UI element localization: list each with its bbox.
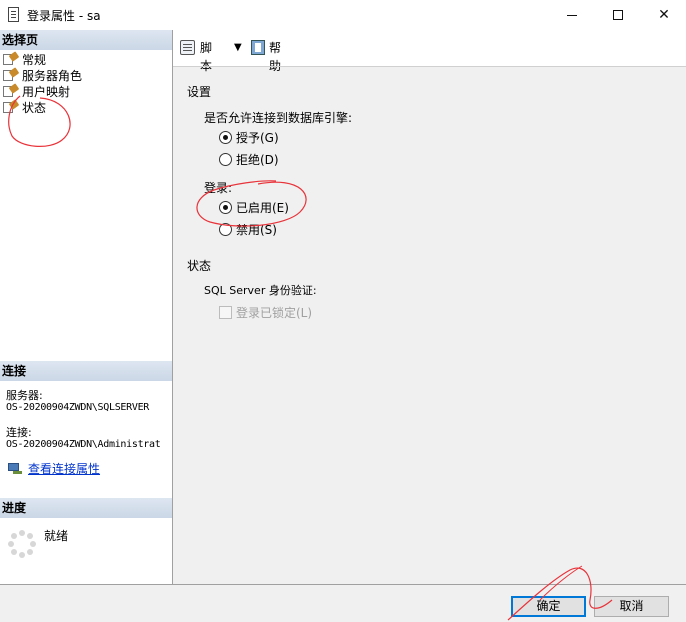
help-book-icon: [251, 40, 265, 55]
grant-radio[interactable]: [219, 131, 232, 144]
left-panel: 选择页 常规 服务器角色 用户映射 状态 连接 服务器: OS-20200904…: [0, 30, 173, 584]
connection-label: 连接:: [6, 426, 32, 439]
connection-info: 连接: OS-20200904ZWDN\Administrat: [6, 426, 161, 451]
progress-header: 进度: [0, 498, 172, 518]
minimize-icon: [567, 14, 577, 16]
maximize-icon: [613, 10, 623, 20]
login-label: 登录:: [204, 181, 233, 195]
disabled-radio[interactable]: [219, 223, 232, 236]
page-item-label: 用户映射: [22, 85, 71, 99]
cancel-button[interactable]: 取消: [594, 596, 669, 617]
disabled-label[interactable]: 禁用(S): [236, 221, 277, 238]
server-value: OS-20200904ZWDN\SQLSERVER: [6, 402, 150, 413]
title-bar: 登录属性 - sa ✕: [0, 0, 686, 30]
page-item-user-mapping[interactable]: 用户映射: [0, 83, 172, 100]
progress-status: 就绪: [44, 529, 69, 543]
db-engine-question: 是否允许连接到数据库引擎:: [204, 111, 353, 125]
page-item-general[interactable]: 常规: [0, 51, 172, 68]
server-info: 服务器: OS-20200904ZWDN\SQLSERVER: [6, 390, 149, 414]
page-item-label: 服务器角色: [22, 69, 83, 83]
grant-label[interactable]: 授予(G): [236, 129, 279, 146]
right-panel: 脚本 ▼ 帮助 设置 是否允许连接到数据库引擎: 授予(G) 拒绝(D) 登录:…: [173, 30, 686, 584]
page-item-label: 常规: [22, 53, 47, 67]
page-item-status[interactable]: 状态: [0, 99, 172, 116]
deny-label[interactable]: 拒绝(D): [236, 151, 279, 168]
enabled-label[interactable]: 已启用(E): [236, 199, 289, 216]
locked-label: 登录已锁定(L): [236, 306, 313, 320]
locked-checkbox[interactable]: [219, 306, 232, 319]
script-icon: [180, 40, 195, 55]
select-page-header: 选择页: [0, 30, 172, 50]
ok-button[interactable]: 确定: [511, 596, 586, 617]
maximize-button[interactable]: [595, 0, 641, 30]
enabled-radio[interactable]: [219, 201, 232, 214]
settings-content: 设置 是否允许连接到数据库引擎: 授予(G) 拒绝(D) 登录: 已启用(E) …: [173, 66, 686, 584]
page-list: 常规 服务器角色 用户映射 状态: [0, 51, 172, 116]
page-wrench-icon: [3, 99, 20, 114]
script-dropdown-chevron-down-icon[interactable]: ▼: [234, 39, 242, 57]
server-label: 服务器:: [6, 389, 43, 402]
progress-spinner-icon: [8, 530, 36, 558]
connection-header: 连接: [0, 361, 172, 381]
connection-value: OS-20200904ZWDN\Administrat: [6, 439, 161, 450]
window-title: 登录属性 - sa: [27, 9, 101, 23]
page-item-label: 状态: [22, 101, 47, 115]
toolbar: 脚本 ▼ 帮助: [173, 30, 686, 73]
connection-properties-icon: [8, 463, 23, 475]
sql-auth-label: SQL Server 身份验证:: [204, 284, 317, 297]
view-connection-link[interactable]: 查看连接属性: [28, 460, 100, 478]
page-item-server-roles[interactable]: 服务器角色: [0, 67, 172, 84]
close-icon: ✕: [658, 7, 670, 23]
page-wrench-icon: [3, 67, 20, 82]
settings-section-label: 设置: [187, 85, 212, 99]
minimize-button[interactable]: [549, 0, 595, 30]
document-icon: [8, 7, 19, 22]
page-wrench-icon: [3, 83, 20, 98]
status-section-label: 状态: [187, 259, 212, 273]
page-wrench-icon: [3, 51, 20, 66]
close-button[interactable]: ✕: [641, 0, 686, 30]
dialog-button-bar: 确定 取消: [0, 584, 686, 622]
deny-radio[interactable]: [219, 153, 232, 166]
